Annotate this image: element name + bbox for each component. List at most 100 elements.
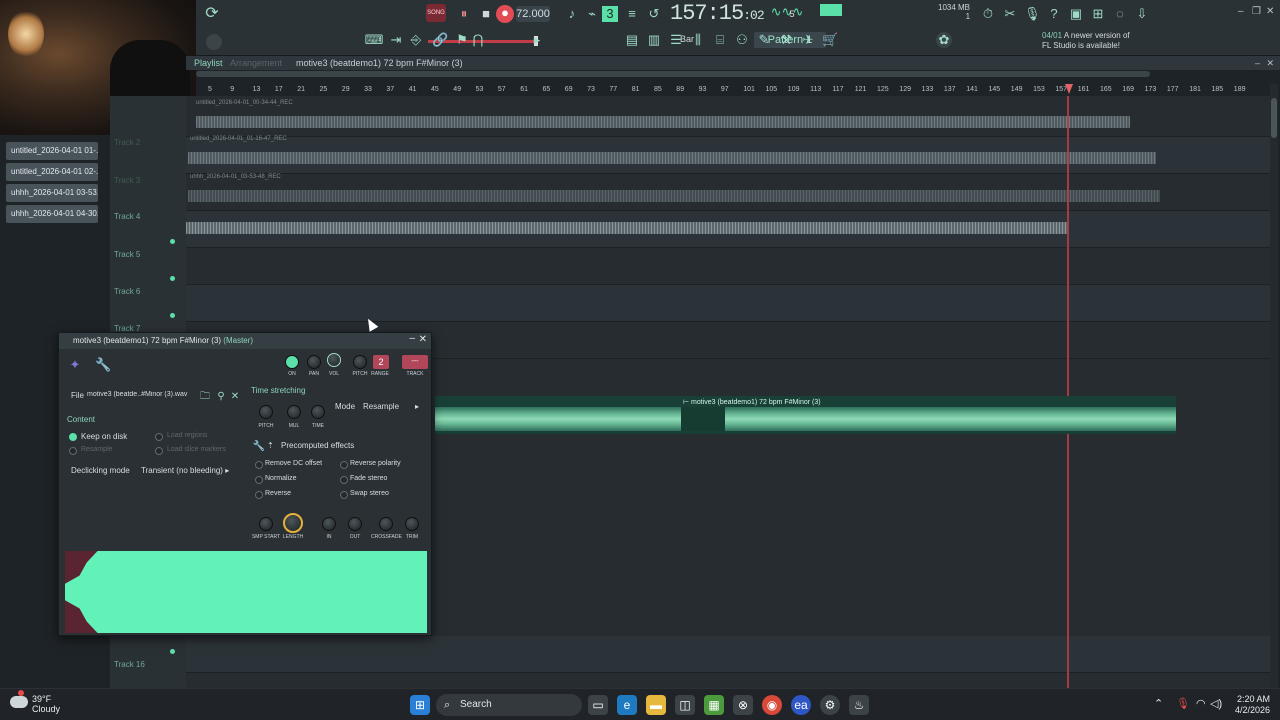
sample-waveform[interactable] — [65, 551, 427, 633]
refresh-icon[interactable]: ⟳ — [204, 6, 220, 22]
normalize-checkbox[interactable] — [255, 476, 263, 484]
minimize-icon[interactable]: – — [1238, 6, 1244, 17]
microphone-icon[interactable]: 🎙 — [1024, 6, 1041, 22]
record-icon[interactable]: ● — [496, 5, 514, 23]
swap-stereo-label[interactable]: Swap stereo — [350, 490, 389, 497]
fade-stereo-label[interactable]: Fade stereo — [350, 475, 387, 482]
vertical-scrollbar[interactable] — [1270, 84, 1278, 688]
mode-selector[interactable]: Resample — [363, 402, 399, 411]
fl-studio-icon[interactable]: ♨ — [849, 695, 869, 715]
pattern-arrow-icon[interactable]: ▸ — [532, 32, 542, 48]
audio-clip-2[interactable] — [188, 152, 1156, 164]
pause-icon[interactable]: ⏸ — [456, 6, 472, 22]
system-clock[interactable]: 2:20 AM 4/2/2026 — [1226, 694, 1270, 716]
master-pitch-knob[interactable] — [206, 34, 222, 50]
feedback-icon[interactable]: ✈ — [800, 32, 816, 48]
pitch-range-value[interactable]: 2 — [373, 355, 389, 369]
tools-icon[interactable]: ✎ — [756, 32, 772, 48]
keep-on-disk-label[interactable]: Keep on disk — [81, 432, 127, 441]
normalize-label[interactable]: Normalize — [265, 475, 297, 482]
lane-6[interactable] — [186, 285, 1270, 322]
track-5-indicator[interactable] — [170, 276, 175, 281]
crossfade-knob[interactable] — [379, 517, 393, 531]
cart-icon[interactable]: 🛒 — [822, 32, 838, 48]
channel-rack-icon[interactable]: ☰ — [668, 32, 684, 48]
sample-start-knob[interactable] — [259, 517, 273, 531]
fade-stereo-checkbox[interactable] — [340, 476, 348, 484]
channel-settings-title[interactable]: motive3 (beatdemo1) 72 bpm F#Minor (3) (… — [59, 333, 431, 349]
close-icon[interactable]: ✕ — [1266, 6, 1274, 17]
stamp-icon[interactable]: ⚑ — [454, 32, 470, 48]
blend-icon[interactable]: ≡ — [624, 6, 640, 22]
picker-item[interactable]: untitled_2026-04-01 02-... — [6, 163, 98, 181]
picker-item[interactable]: uhhh_2026-04-01 03-53... — [6, 184, 98, 202]
on-button[interactable] — [285, 355, 299, 369]
restore-icon[interactable]: ❐ — [1252, 6, 1261, 17]
mode-arrow-icon[interactable]: ▸ — [415, 402, 419, 411]
reverse-polarity-label[interactable]: Reverse polarity — [350, 460, 401, 467]
wait-icon[interactable]: ⌁ — [584, 6, 600, 22]
arrangement-selector[interactable]: Arrangement — [230, 56, 282, 70]
resample-radio[interactable] — [69, 447, 77, 455]
link-icon[interactable]: 🔗 — [432, 32, 448, 48]
ts-time-knob[interactable] — [311, 405, 325, 419]
clip-title[interactable]: ⊢ motive3 (beatdemo1) 72 bpm F#Minor (3) — [683, 398, 821, 406]
task-view-icon[interactable]: ▭ — [588, 695, 608, 715]
start-icon[interactable]: ⊞ — [410, 695, 430, 715]
wifi-icon[interactable]: ◠ — [1196, 697, 1206, 710]
remove-dc-label[interactable]: Remove DC offset — [265, 460, 322, 467]
metronome-icon[interactable]: ♪ — [564, 6, 580, 22]
trim-knob[interactable] — [405, 517, 419, 531]
edge-icon[interactable]: e — [617, 695, 637, 715]
lane-16[interactable] — [186, 636, 1270, 673]
clip-label-1[interactable]: untitled_2026-04-01_00-34-44_REC — [196, 100, 293, 106]
track-header-3[interactable]: Track 3 — [114, 176, 140, 185]
remove-dc-checkbox[interactable] — [255, 461, 263, 469]
song-time[interactable]: 157:15:02 — [670, 1, 765, 26]
expand-icon[interactable]: ⇡ — [267, 441, 274, 450]
horizontal-scrollbar[interactable] — [196, 71, 1150, 77]
track-header-2[interactable]: Track 2 — [114, 138, 140, 147]
resample-label[interactable]: Resample — [81, 446, 113, 453]
track-4-indicator[interactable] — [170, 239, 175, 244]
chevron-up-icon[interactable]: ⌃ — [1154, 697, 1163, 710]
ts-mul-knob[interactable] — [287, 405, 301, 419]
help-icon[interactable]: ? — [1046, 6, 1062, 22]
pitch-knob[interactable] — [353, 355, 367, 369]
clip-label-2[interactable]: untitled_2026-04-01_01-16-47_REC — [190, 136, 287, 142]
lane-5[interactable] — [186, 248, 1270, 285]
update-notice[interactable]: 04/01 A newer version of FL Studio is av… — [1042, 31, 1132, 51]
picker-item[interactable]: untitled_2026-04-01 01-... — [6, 142, 98, 160]
wrench-tab-icon[interactable]: 🔧 — [95, 357, 111, 373]
magnet-icon[interactable]: ⋂ — [470, 32, 486, 48]
save-icon[interactable]: ▣ — [1068, 6, 1084, 22]
load-regions-label[interactable]: Load regions — [167, 432, 207, 439]
in-knob[interactable] — [322, 517, 336, 531]
cut-icon[interactable]: ✂ — [1002, 6, 1018, 22]
track-6-indicator[interactable] — [170, 313, 175, 318]
loop-icon[interactable]: ↺ — [646, 6, 662, 22]
remove-file-icon[interactable]: ✕ — [227, 389, 243, 405]
motive-audio-clip[interactable]: ⊢ motive3 (beatdemo1) 72 bpm F#Minor (3) — [435, 396, 1176, 434]
typing-keyboard-icon[interactable]: ⌨ — [364, 32, 384, 48]
playlist-icon[interactable]: ▤ — [624, 32, 640, 48]
fl-logo-icon[interactable]: ✿ — [936, 32, 952, 48]
folder-icon[interactable]: 🗀 — [197, 389, 213, 405]
pan-knob[interactable] — [307, 355, 321, 369]
load-slice-radio[interactable] — [155, 447, 163, 455]
mixer-view-icon[interactable]: ⫼ — [690, 32, 706, 48]
picker-item[interactable]: uhhh_2026-04-01 04-30... — [6, 205, 98, 223]
mixer-icon[interactable]: ⊞ — [1090, 6, 1106, 22]
countdown-icon[interactable]: 3 — [602, 6, 618, 22]
store-icon[interactable]: ◫ — [675, 695, 695, 715]
chrome-icon[interactable]: ◉ — [762, 695, 782, 715]
recording-filter-icon[interactable]: ⎆ — [408, 32, 424, 48]
steam-icon[interactable]: ⚙ — [820, 695, 840, 715]
mic-icon[interactable]: 🎙 — [1176, 697, 1190, 710]
track-header-4[interactable]: Track 4 — [114, 212, 140, 221]
reverse-polarity-checkbox[interactable] — [340, 461, 348, 469]
clip-label-3[interactable]: uhhh_2026-04-01_03-53-48_REC — [190, 174, 281, 180]
tempo-tapper-icon[interactable]: ⏱ — [980, 6, 996, 22]
track-header-6[interactable]: Track 6 — [114, 287, 140, 296]
ea-icon[interactable]: ea — [791, 695, 811, 715]
